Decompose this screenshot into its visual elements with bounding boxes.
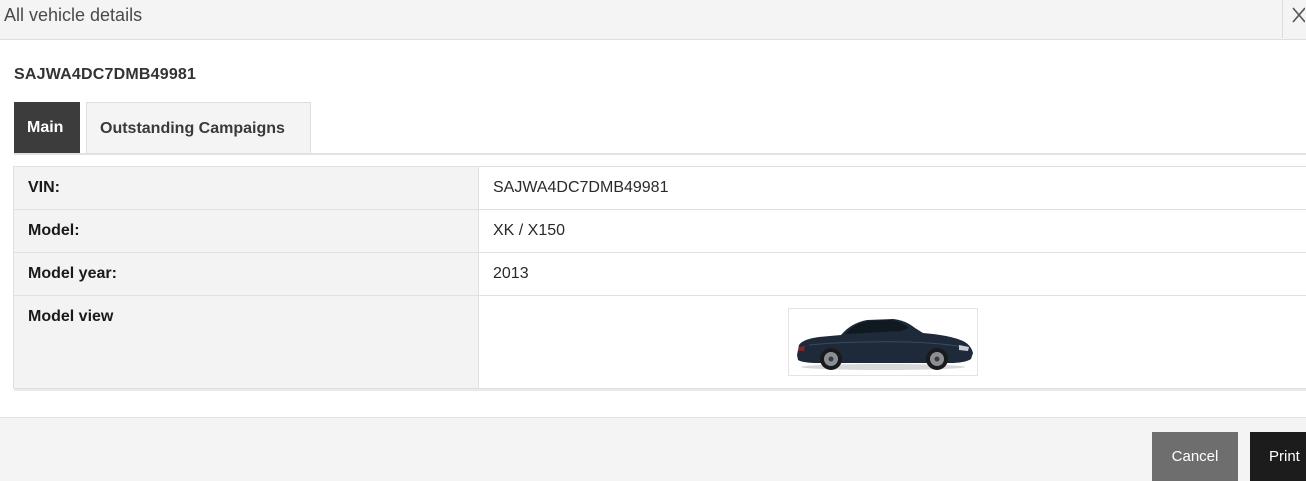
model-view-cell	[478, 295, 1306, 389]
close-icon	[1292, 7, 1305, 23]
table-row-vin: VIN: SAJWA4DC7DMB49981	[13, 166, 1306, 210]
table-row-model-view: Model view	[13, 295, 1306, 389]
model-year-label: Model year:	[13, 252, 479, 296]
vehicle-details-dialog: All vehicle details SAJWA4DC7DMB49981 Ma…	[0, 0, 1306, 481]
print-button[interactable]: Print	[1250, 432, 1306, 481]
vehicle-details-table: VIN: SAJWA4DC7DMB49981 Model: XK / X150 …	[13, 166, 1306, 391]
model-label: Model:	[13, 209, 479, 253]
table-bottom-rule	[13, 388, 1306, 391]
tab-divider	[14, 153, 1306, 155]
vin-label: VIN:	[13, 166, 479, 210]
model-year-value: 2013	[478, 252, 1306, 296]
tab-main[interactable]: Main	[14, 102, 80, 153]
table-row-model-year: Model year: 2013	[13, 252, 1306, 296]
vehicle-vin-heading: SAJWA4DC7DMB49981	[14, 66, 197, 83]
dialog-footer: Cancel Print	[0, 417, 1306, 481]
cancel-button[interactable]: Cancel	[1152, 432, 1238, 481]
model-view-label: Model view	[13, 295, 479, 389]
table-row-model: Model: XK / X150	[13, 209, 1306, 253]
vin-value: SAJWA4DC7DMB49981	[478, 166, 1306, 210]
car-convertible-image	[796, 319, 973, 370]
model-value: XK / X150	[478, 209, 1306, 253]
tab-outstanding-campaigns[interactable]: Outstanding Campaigns	[86, 102, 311, 153]
dialog-title: All vehicle details	[4, 5, 143, 25]
car-image	[787, 308, 978, 376]
close-button[interactable]	[1282, 0, 1306, 38]
dialog-header: All vehicle details	[0, 0, 1306, 40]
